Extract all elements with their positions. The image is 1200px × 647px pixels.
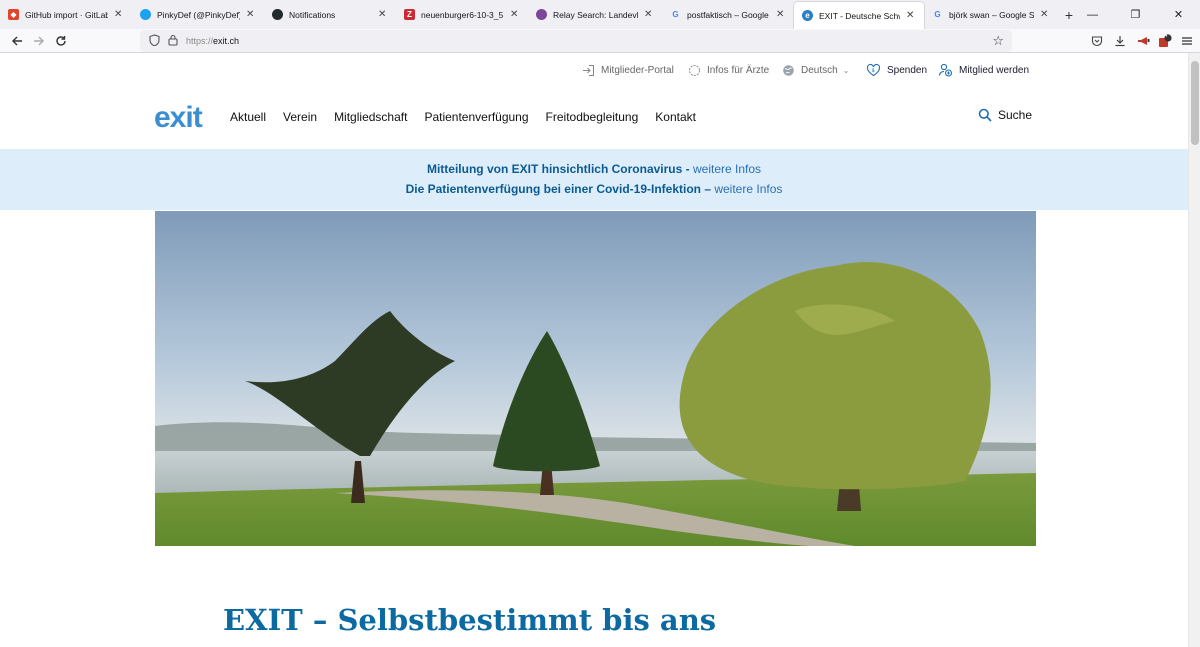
reload-icon[interactable] xyxy=(52,32,70,50)
nav-item-patientenverfuegung[interactable]: Patientenverfügung xyxy=(424,108,528,126)
members-portal-label: Mitglieder-Portal xyxy=(601,64,674,76)
lock-icon[interactable] xyxy=(168,34,178,48)
members-portal-link[interactable]: Mitglieder-Portal xyxy=(582,60,674,80)
tab-twitter[interactable]: PinkyDef (@PinkyDef) / Twitter ✕ xyxy=(132,0,264,29)
address-bar[interactable]: https://exit.ch ☆ xyxy=(140,30,1012,52)
notice-line: Die Patientenverfügung bei einer Covid-1… xyxy=(0,179,1188,199)
tab-bar: ◆ GitHub import · GitLab ✕ PinkyDef (@Pi… xyxy=(0,0,1200,29)
globe-icon xyxy=(783,64,794,76)
close-tab-icon[interactable]: ✕ xyxy=(644,9,654,20)
notice-text: Mitteilung von EXIT hinsichtlich Coronav… xyxy=(426,162,690,176)
page-title: EXIT – Selbstbestimmt bis ans xyxy=(223,603,717,637)
doctors-info-label: Infos für Ärzte xyxy=(707,64,770,76)
megaphone-extension-icon[interactable] xyxy=(1134,32,1152,50)
notice-more-info-link[interactable]: weitere Infos xyxy=(714,182,782,196)
downloads-icon[interactable] xyxy=(1111,32,1129,50)
tab-relay-search[interactable]: Relay Search: LandevB ✕ xyxy=(528,0,662,29)
close-tab-icon[interactable]: ✕ xyxy=(776,9,786,20)
gitlab-icon: ◆ xyxy=(8,9,19,20)
tab-exit-active[interactable]: e EXIT - Deutsche Schweiz ✕ xyxy=(794,2,924,29)
minimize-icon[interactable]: — xyxy=(1071,0,1114,29)
tab-title: GitHub import · GitLab xyxy=(25,9,108,20)
close-tab-icon[interactable]: ✕ xyxy=(906,10,916,21)
url-scheme: https:// xyxy=(186,36,214,46)
z-icon: Z xyxy=(404,9,415,20)
url-text: https://exit.ch xyxy=(186,36,239,46)
tab-gitlab[interactable]: ◆ GitHub import · GitLab ✕ xyxy=(0,0,132,29)
bookmark-star-icon[interactable]: ☆ xyxy=(992,33,1004,49)
nav-item-aktuell[interactable]: Aktuell xyxy=(230,108,266,126)
become-member-link[interactable]: Mitglied werden xyxy=(938,60,1029,80)
search-label: Suche xyxy=(998,108,1033,122)
add-member-icon xyxy=(938,63,953,77)
tab-zotero[interactable]: Z neuenburger6-10-3_5: Custom ✕ xyxy=(396,0,528,29)
tab-title: Relay Search: LandevB xyxy=(553,9,638,20)
page-scrollbar[interactable] xyxy=(1188,53,1200,647)
become-member-label: Mitglied werden xyxy=(959,64,1030,76)
doctors-info-link[interactable]: Infos für Ärzte xyxy=(688,60,769,80)
restore-icon[interactable]: ❐ xyxy=(1114,0,1157,29)
shield-icon[interactable] xyxy=(149,34,160,48)
chevron-down-icon: ⌄ xyxy=(842,65,850,75)
tab-title: PinkyDef (@PinkyDef) / Twitter xyxy=(157,9,240,20)
search-button[interactable]: Suche xyxy=(978,108,1032,122)
notice-line: Mitteilung von EXIT hinsichtlich Coronav… xyxy=(0,159,1188,179)
language-label: Deutsch xyxy=(801,64,838,76)
hero-image xyxy=(155,211,1036,546)
github-icon xyxy=(272,9,283,20)
back-icon[interactable] xyxy=(8,32,26,50)
login-icon xyxy=(583,64,594,76)
twitter-icon xyxy=(140,9,151,20)
exit-logo[interactable]: exit xyxy=(154,101,214,134)
notification-badge: 4 xyxy=(1164,33,1168,39)
nav-item-mitgliedschaft[interactable]: Mitgliedschaft xyxy=(334,108,407,126)
close-tab-icon[interactable]: ✕ xyxy=(510,9,520,20)
pocket-icon[interactable] xyxy=(1088,32,1106,50)
tab-github-notifications[interactable]: Notifications ✕ xyxy=(264,0,396,29)
extension-badge-icon[interactable]: 4 xyxy=(1156,32,1174,50)
google-icon: G xyxy=(934,10,941,19)
menu-icon[interactable] xyxy=(1178,32,1196,50)
logo-wordmark: exit xyxy=(154,102,203,132)
medical-badge-icon xyxy=(689,64,700,76)
close-tab-icon[interactable]: ✕ xyxy=(246,9,256,20)
nav-item-verein[interactable]: Verein xyxy=(283,108,317,126)
tab-title: EXIT - Deutsche Schweiz xyxy=(819,10,900,21)
tab-google-postfaktisch[interactable]: G postfaktisch – Google Suche ✕ xyxy=(662,0,794,29)
close-tab-icon[interactable]: ✕ xyxy=(1040,9,1050,20)
tor-onion-icon xyxy=(536,9,547,20)
nav-item-kontakt[interactable]: Kontakt xyxy=(655,108,696,126)
notice-more-info-link[interactable]: weitere Infos xyxy=(693,162,761,176)
language-selector[interactable]: Deutsch ⌄ xyxy=(782,60,849,80)
close-tab-icon[interactable]: ✕ xyxy=(378,9,388,20)
nav-item-freitodbegleitung[interactable]: Freitodbegleitung xyxy=(546,108,639,126)
close-window-icon[interactable]: ✕ xyxy=(1157,0,1200,29)
search-icon xyxy=(978,108,992,122)
forward-icon[interactable] xyxy=(30,32,48,50)
tab-title: Notifications xyxy=(289,9,336,20)
window-controls: — ❐ ✕ xyxy=(1071,0,1200,29)
donate-link[interactable]: $ Spenden xyxy=(866,60,927,80)
svg-text:$: $ xyxy=(871,68,875,74)
tab-title: neuenburger6-10-3_5: Custom xyxy=(421,9,504,20)
tab-title: postfaktisch – Google Suche xyxy=(687,9,770,20)
scrollbar-thumb[interactable] xyxy=(1191,61,1199,145)
tab-google-bjork[interactable]: G björk swan – Google Suche ✕ xyxy=(924,0,1058,29)
donate-heart-icon: $ xyxy=(866,63,881,77)
browser-toolbar: https://exit.ch ☆ 4 xyxy=(0,29,1200,53)
main-navigation: Aktuell Verein Mitgliedschaft Patientenv… xyxy=(230,108,696,126)
donate-label: Spenden xyxy=(887,64,928,76)
exit-favicon: e xyxy=(802,10,813,21)
url-host: exit.ch xyxy=(213,36,240,46)
notice-text: Die Patientenverfügung bei einer Covid-1… xyxy=(405,182,711,196)
google-icon: G xyxy=(672,10,679,19)
close-tab-icon[interactable]: ✕ xyxy=(114,9,124,20)
tab-title: björk swan – Google Suche xyxy=(949,9,1034,20)
corona-notice-banner: Mitteilung von EXIT hinsichtlich Coronav… xyxy=(0,149,1188,210)
